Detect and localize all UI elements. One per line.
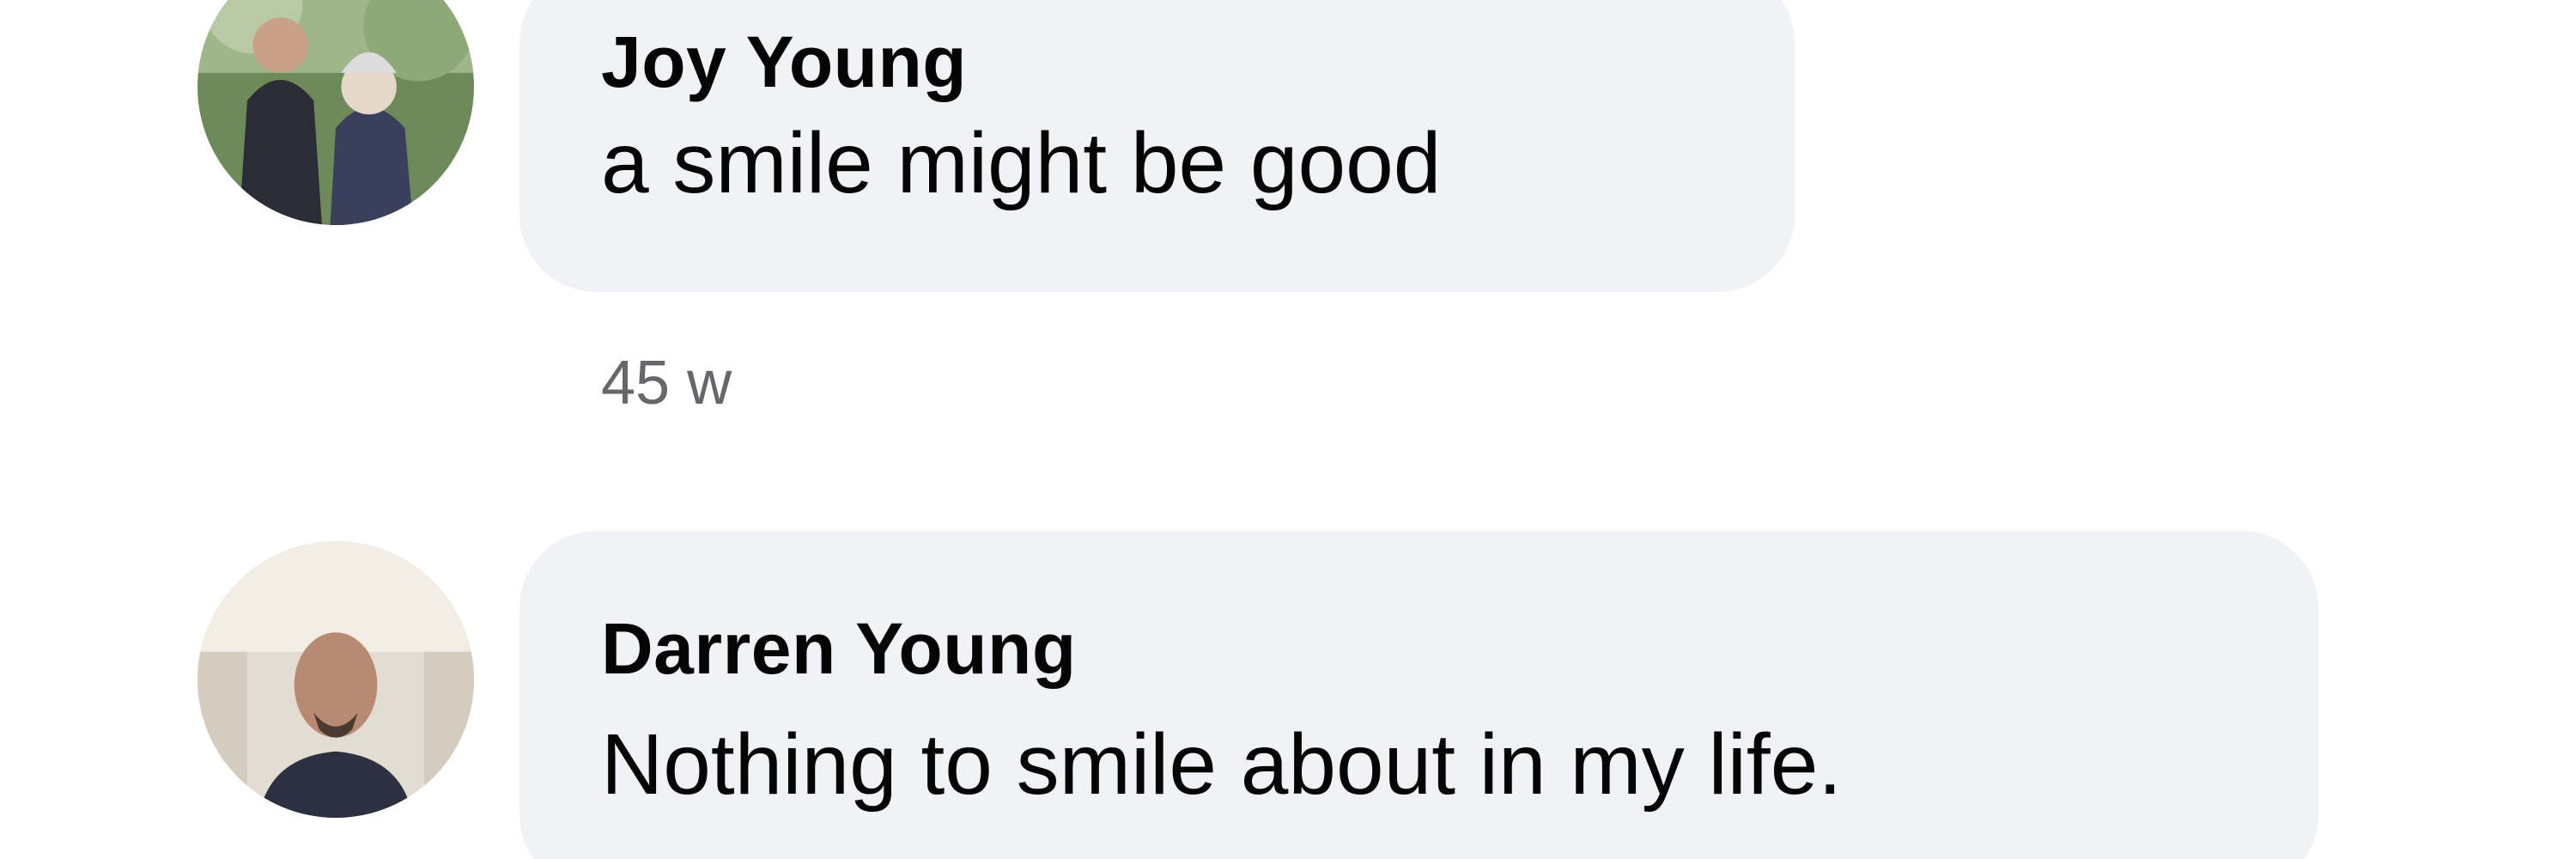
comment-bubble: Darren Young Nothing to smile about in m… bbox=[519, 531, 2318, 859]
profile-photo-icon bbox=[197, 0, 474, 225]
comment-timestamp[interactable]: 45 w bbox=[601, 352, 732, 414]
avatar[interactable] bbox=[197, 0, 474, 225]
comment-bubble: Joy Young a smile might be good bbox=[519, 0, 1795, 292]
comment-text: Nothing to smile about in my life. bbox=[601, 716, 1843, 813]
comment-thread: Joy Young a smile might be good 45 w Dar… bbox=[0, 0, 2576, 859]
profile-photo-icon bbox=[197, 541, 474, 818]
comment-text: a smile might be good bbox=[601, 115, 1442, 211]
comment-author-link[interactable]: Joy Young bbox=[601, 26, 967, 98]
comment-author-link[interactable]: Darren Young bbox=[601, 612, 1077, 685]
avatar[interactable] bbox=[197, 541, 474, 818]
